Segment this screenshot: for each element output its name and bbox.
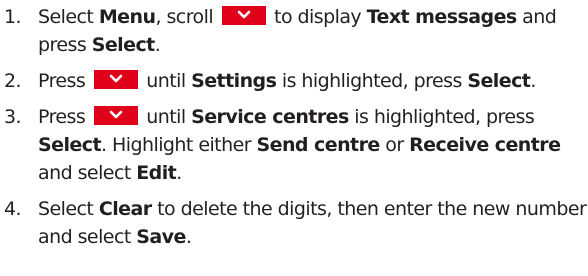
step-text-segment: .: [154, 34, 161, 56]
step-number: 3.: [4, 106, 22, 128]
step-text-segment: is highlighted, press: [348, 106, 535, 128]
step-3: 3. Press until Service centres is highli…: [4, 103, 588, 187]
step-number: 1.: [4, 6, 22, 28]
bold-term: Clear: [98, 198, 152, 220]
step-text-segment: to display: [268, 6, 367, 28]
step-text-segment: .: [185, 226, 192, 248]
scroll-down-key-icon: [93, 70, 138, 89]
step-text-segment: .: [176, 162, 182, 184]
bold-term: Receive centre: [409, 134, 561, 156]
bold-term: Service centres: [191, 106, 349, 128]
step-number: 4.: [4, 198, 22, 220]
step-text-segment: Select: [38, 198, 99, 220]
bold-term: Settings: [191, 70, 277, 92]
step-text-segment: .: [530, 70, 536, 92]
bold-term: Send centre: [256, 134, 380, 156]
step-text: Select Menu, scroll to display Text mess…: [38, 3, 588, 59]
chevron-down-icon: [237, 10, 250, 19]
step-number: 2.: [4, 70, 22, 92]
scroll-down-key-icon: [93, 106, 138, 125]
step-text-segment: . Highlight either: [101, 134, 257, 156]
step-text-segment: until: [140, 70, 192, 92]
step-1: 1. Select Menu, scroll to display Text m…: [4, 3, 588, 59]
step-text: Press until Settings is highlighted, pre…: [38, 67, 588, 95]
scroll-down-key-icon: [221, 6, 266, 25]
bold-term: Select: [38, 134, 102, 156]
bold-term: Save: [136, 226, 186, 248]
step-text-segment: and select: [38, 162, 137, 184]
bold-term: Select: [91, 34, 156, 56]
step-text-segment: , scroll: [155, 6, 219, 28]
bold-term: Text messages: [366, 6, 518, 28]
bold-term: Select: [467, 70, 531, 92]
bold-term: Edit: [136, 162, 177, 184]
step-text: Press until Service centres is highlight…: [38, 103, 588, 187]
chevron-down-icon: [109, 74, 123, 83]
bold-term: Menu: [98, 6, 156, 28]
step-text: Select Clear to delete the digits, then …: [38, 195, 588, 251]
instruction-list: 1. Select Menu, scroll to display Text m…: [0, 0, 588, 276]
step-text-segment: or: [379, 134, 410, 156]
step-text-segment: until: [140, 106, 192, 128]
step-text-segment: Press: [38, 106, 91, 128]
chevron-down-icon: [109, 110, 123, 119]
step-text-segment: is highlighted, press: [276, 70, 468, 92]
step-text-segment: Press: [38, 70, 91, 92]
step-text-segment: Select: [38, 6, 99, 28]
step-4: 4. Select Clear to delete the digits, th…: [4, 195, 588, 251]
step-2: 2. Press until Settings is highlighted, …: [4, 67, 588, 95]
